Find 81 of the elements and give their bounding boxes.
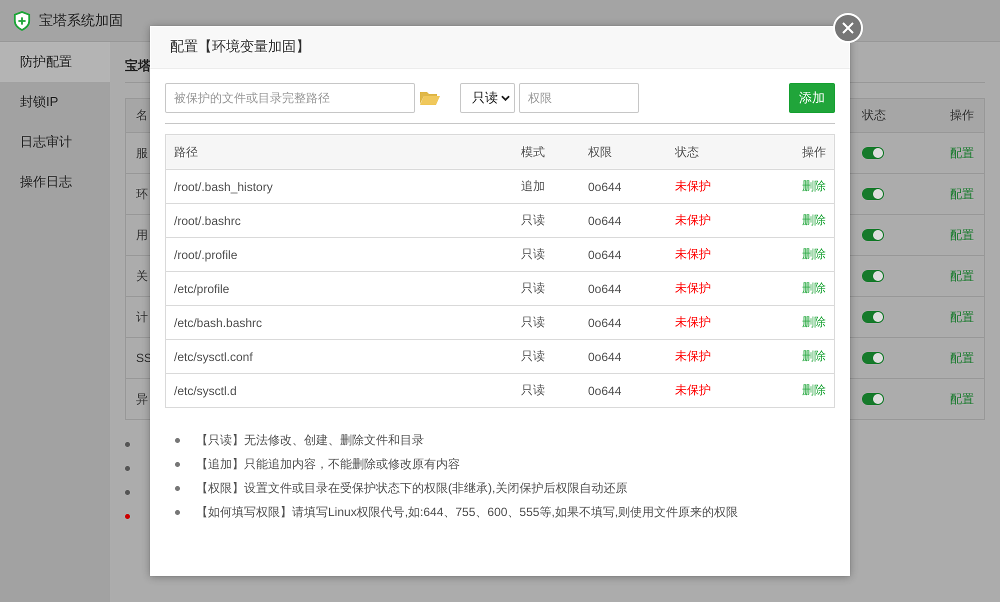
add-button[interactable]: 添加 xyxy=(789,83,835,113)
table-cell-text: 0o644 xyxy=(587,180,622,194)
note-text: 【追加】只能追加内容，不能删除或修改原有内容 xyxy=(196,456,460,472)
config-link[interactable]: 配置 xyxy=(950,268,974,282)
status-text: 未保护 xyxy=(674,212,712,229)
delete-link[interactable]: 删除 xyxy=(802,213,826,227)
table-cell: 关 xyxy=(136,268,148,282)
table-cell-text: 0o644 xyxy=(587,384,622,398)
table-cell-text: 只读 xyxy=(520,348,546,365)
close-icon xyxy=(842,22,854,34)
table-cell-text: 0o644 xyxy=(587,316,622,330)
bullet-dot xyxy=(175,462,180,466)
status-text: 未保护 xyxy=(674,314,712,331)
bullet-dot xyxy=(175,510,180,514)
delete-link[interactable]: 删除 xyxy=(802,179,826,193)
config-link[interactable]: 配置 xyxy=(950,146,974,160)
app-title: 宝塔系统加固 xyxy=(39,12,123,30)
table-cell-text: /etc/bash.bashrc xyxy=(173,316,264,330)
table-cell-text: /root/.profile xyxy=(173,248,238,262)
table-cell-text: 只读 xyxy=(520,246,546,263)
table-cell-text: 0o644 xyxy=(587,282,622,296)
column-header: 操作 xyxy=(801,144,827,160)
table-cell: 用 xyxy=(136,228,148,242)
config-link[interactable]: 配置 xyxy=(950,310,974,324)
delete-link[interactable]: 删除 xyxy=(802,383,826,397)
table-cell: 环 xyxy=(136,186,148,200)
table-cell-text: /root/.bashrc xyxy=(173,214,242,228)
caret-icon xyxy=(501,95,510,101)
status-text: 未保护 xyxy=(674,348,712,365)
table-cell-text: /root/.bash_history xyxy=(173,180,274,194)
toggle-switch[interactable] xyxy=(862,270,884,282)
bullet-dot xyxy=(175,438,180,442)
status-text: 未保护 xyxy=(674,382,712,399)
status-text: 未保护 xyxy=(674,246,712,263)
table-cell-text: 只读 xyxy=(520,382,546,399)
note-text: 【权限】设置文件或目录在受保护状态下的权限(非继承),关闭保护后权限自动还原 xyxy=(196,480,628,496)
delete-link[interactable]: 删除 xyxy=(802,349,826,363)
delete-link[interactable]: 删除 xyxy=(802,281,826,295)
bullet-dot xyxy=(175,486,180,490)
shield-plus-icon xyxy=(13,10,31,30)
column-header: 状态 xyxy=(674,144,700,160)
column-header: 路径 xyxy=(173,144,199,160)
mode-select[interactable]: 只读 xyxy=(460,83,515,113)
toggle-switch[interactable] xyxy=(862,352,884,364)
table-cell-text: 追加 xyxy=(520,178,546,195)
table-cell: 异 xyxy=(136,392,148,406)
dialog-title: 配置【环境变量加固】 xyxy=(170,38,310,56)
toggle-switch[interactable] xyxy=(862,393,884,405)
delete-link[interactable]: 删除 xyxy=(802,247,826,261)
table-cell-text: 只读 xyxy=(520,314,546,331)
status-text: 未保护 xyxy=(674,178,712,195)
status-text: 未保护 xyxy=(674,280,712,297)
table-cell: 计 xyxy=(136,310,148,324)
column-header: 权限 xyxy=(587,144,613,160)
column-header: 模式 xyxy=(520,144,546,160)
path-input-field[interactable]: 被保护的文件或目录完整路径 xyxy=(165,83,415,113)
config-link[interactable]: 配置 xyxy=(950,392,974,406)
table-cell-text: /etc/sysctl.d xyxy=(173,384,238,398)
toggle-switch[interactable] xyxy=(862,229,884,241)
table-cell-text: 只读 xyxy=(520,212,546,229)
config-link[interactable]: 配置 xyxy=(950,186,974,200)
toggle-switch[interactable] xyxy=(862,188,884,200)
permission-input-field[interactable]: 权限 xyxy=(519,83,639,113)
table-cell-text: 0o644 xyxy=(587,214,622,228)
delete-link[interactable]: 删除 xyxy=(802,315,826,329)
toggle-switch[interactable] xyxy=(862,147,884,159)
table-cell-text: /etc/profile xyxy=(173,282,230,296)
table-cell-text: /etc/sysctl.conf xyxy=(173,350,254,364)
note-text: 【如何填写权限】请填写Linux权限代号,如:644、755、600、555等,如果不填写,则使用文件原来的权限 xyxy=(196,504,738,520)
column-header: 名 xyxy=(136,108,148,122)
config-link[interactable]: 配置 xyxy=(950,228,974,242)
column-header: 状态 xyxy=(862,108,886,122)
sidebar-item[interactable]: 防护配置 xyxy=(0,42,110,82)
note-text: 【只读】无法修改、创建、删除文件和目录 xyxy=(196,432,424,448)
config-link[interactable]: 配置 xyxy=(950,350,974,364)
toggle-switch[interactable] xyxy=(862,311,884,323)
column-header: 操作 xyxy=(950,108,974,122)
table-cell-text: 只读 xyxy=(520,280,546,297)
table-cell-text: 0o644 xyxy=(587,350,622,364)
table-cell-text: 0o644 xyxy=(587,248,622,262)
table-cell: 服 xyxy=(136,146,148,160)
